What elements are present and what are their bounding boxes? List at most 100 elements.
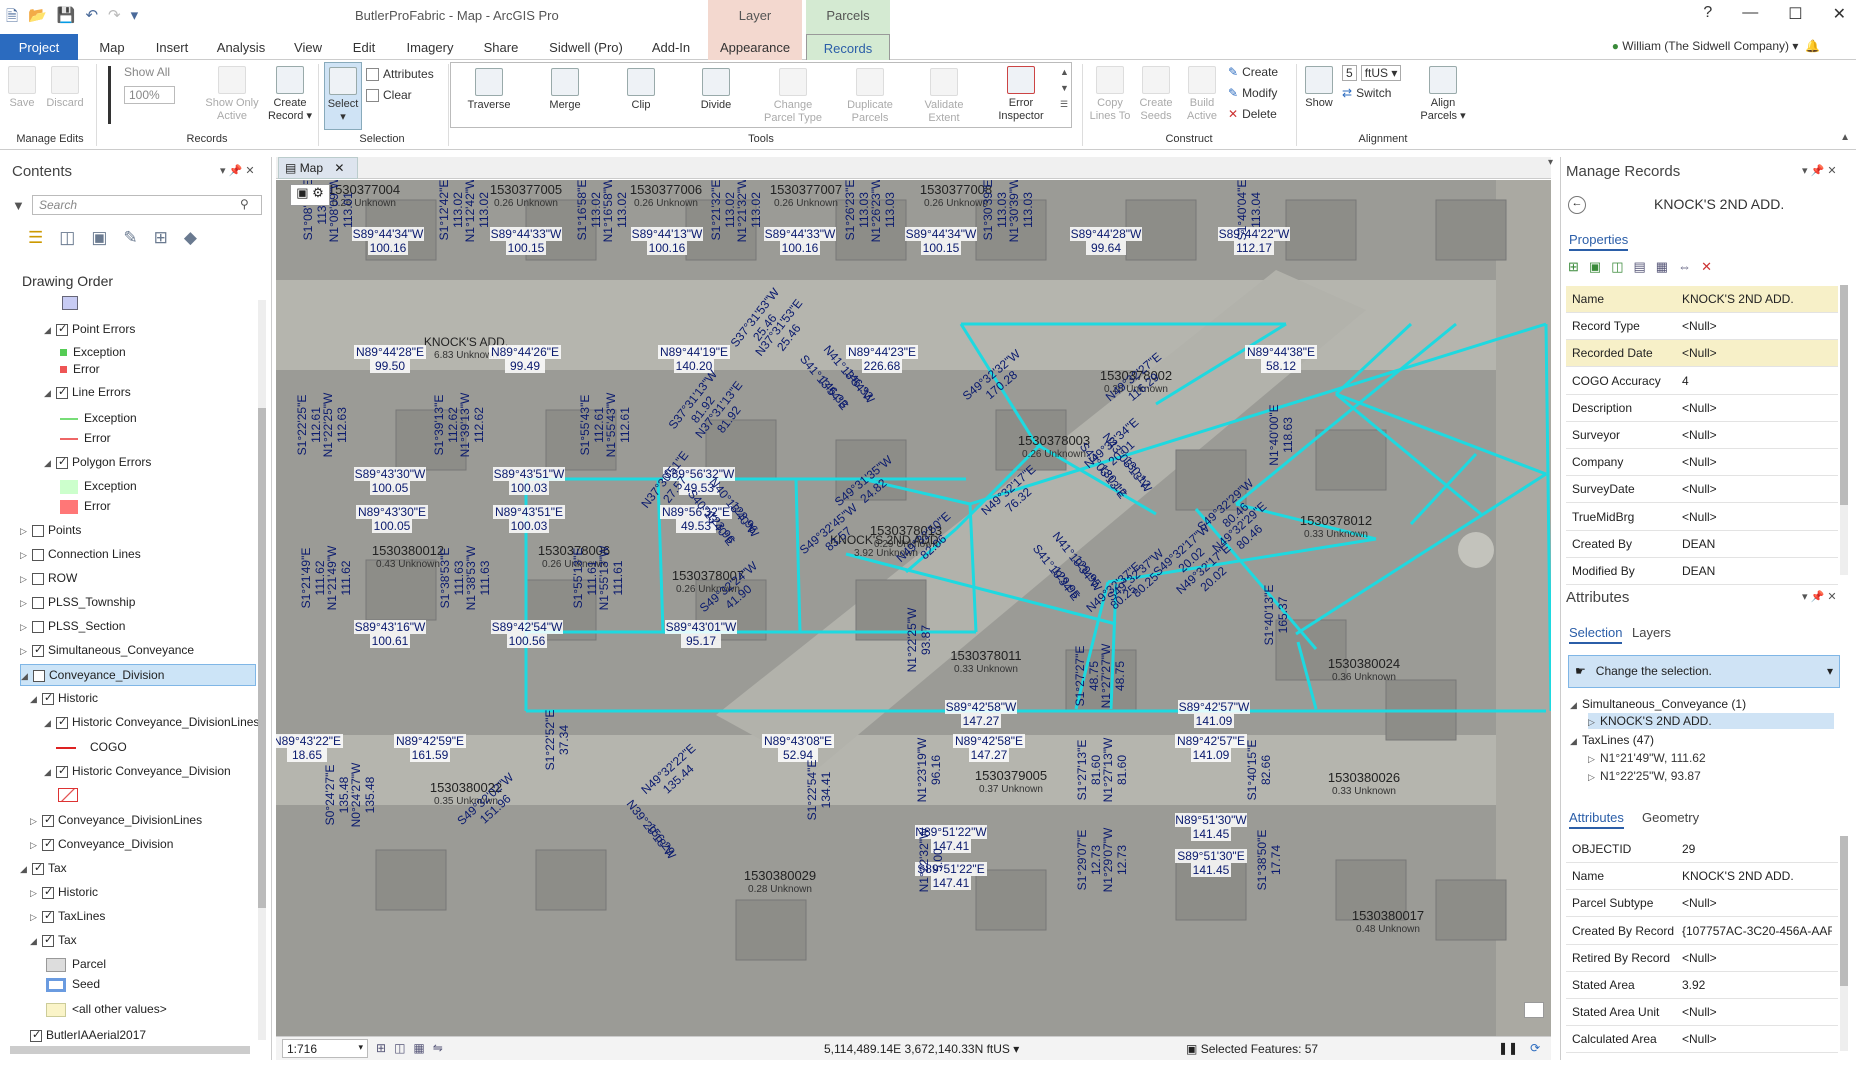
- refresh-icon[interactable]: ⟳: [1530, 1041, 1540, 1055]
- tab-appearance[interactable]: Appearance: [708, 34, 802, 60]
- property-row[interactable]: COGO Accuracy 4: [1566, 368, 1838, 395]
- attribute-value[interactable]: KNOCK'S 2ND ADD.: [1682, 869, 1832, 883]
- zoom-combo[interactable]: 100%: [124, 86, 175, 104]
- modify-button[interactable]: ✎ Modify: [1228, 86, 1277, 100]
- tab-geometry[interactable]: Geometry: [1642, 810, 1699, 825]
- pane-options[interactable]: ▾ 📌 ✕: [1802, 164, 1837, 177]
- map-view-tab[interactable]: ▤ Map ✕: [278, 157, 358, 179]
- tab-attributes[interactable]: Attributes: [1569, 810, 1624, 829]
- records-copy-icon[interactable]: ▦: [1656, 259, 1668, 275]
- layer-points[interactable]: ▷ Points: [20, 523, 81, 537]
- minimize-button[interactable]: —: [1742, 4, 1758, 24]
- merge-button[interactable]: Merge: [540, 68, 590, 112]
- contents-hscrollbar[interactable]: [10, 1046, 250, 1054]
- attribute-value[interactable]: <Null>: [1682, 1032, 1832, 1046]
- property-row[interactable]: Created By DEAN: [1566, 531, 1838, 558]
- selected-features-count[interactable]: ▣ Selected Features: 57: [1186, 1042, 1318, 1056]
- attr-tree-taxlines[interactable]: ◢ TaxLines (47): [1570, 733, 1654, 747]
- attribute-value[interactable]: <Null>: [1682, 951, 1832, 965]
- property-value[interactable]: <Null>: [1682, 319, 1717, 333]
- editing-icon[interactable]: ✎: [123, 228, 137, 248]
- tab-insert[interactable]: Insert: [152, 34, 192, 60]
- attribute-value[interactable]: {107757AC-3C20-456A-AAFE: [1682, 924, 1832, 938]
- new-project-icon[interactable]: 🗎: [6, 6, 18, 31]
- snapping-icon[interactable]: ⊞: [154, 228, 168, 248]
- attribute-row[interactable]: Stated Area Unit <Null>: [1566, 999, 1838, 1027]
- attribute-value[interactable]: <Null>: [1682, 896, 1832, 910]
- help-icon[interactable]: ?: [1703, 4, 1712, 24]
- property-row[interactable]: Record Type <Null>: [1566, 313, 1838, 341]
- attribute-row[interactable]: OBJECTID 29: [1566, 836, 1838, 863]
- layer-line-errors[interactable]: ◢Line Errors: [44, 385, 131, 399]
- property-row[interactable]: SurveyDate <Null>: [1566, 476, 1838, 504]
- property-value[interactable]: <Null>: [1682, 346, 1717, 360]
- layer-historic-conveyance-divisionlines[interactable]: ◢Historic Conveyance_DivisionLines: [44, 715, 259, 729]
- align-parcels-button[interactable]: Align Parcels ▾: [1420, 66, 1466, 123]
- pane-options[interactable]: ▾ 📌 ✕: [1802, 590, 1837, 603]
- create-button[interactable]: ✎ Create: [1228, 65, 1278, 79]
- zoom-extent-icon[interactable]: ⊞: [376, 1041, 386, 1055]
- map-comment-icon[interactable]: [1524, 1002, 1544, 1018]
- gallery-scroll[interactable]: ▲ ▼ ☰: [1060, 64, 1069, 112]
- tab-records[interactable]: Records: [806, 34, 890, 60]
- layer-conveyance-division-selected[interactable]: ◢ Conveyance_Division: [20, 664, 256, 686]
- tab-sidwell[interactable]: Sidwell (Pro): [546, 34, 626, 60]
- grid-icon[interactable]: ▦: [413, 1041, 424, 1055]
- copy-lines-to-button[interactable]: Copy Lines To: [1088, 66, 1132, 123]
- property-value[interactable]: <Null>: [1682, 401, 1717, 415]
- tab-edit[interactable]: Edit: [350, 34, 378, 60]
- property-value[interactable]: <Null>: [1682, 428, 1717, 442]
- change-parcel-type-button[interactable]: Change Parcel Type: [760, 68, 826, 125]
- layer-polygon-errors[interactable]: ◢Polygon Errors: [44, 455, 151, 469]
- contents-scrollbar[interactable]: [258, 300, 266, 1040]
- records-export-icon[interactable]: ⇔: [1678, 259, 1691, 275]
- tab-layers[interactable]: Layers: [1632, 625, 1671, 640]
- attribute-value[interactable]: <Null>: [1682, 1005, 1832, 1019]
- layer-plss-township[interactable]: ▷ PLSS_Township: [20, 595, 135, 609]
- pause-drawing-icon[interactable]: ❚❚: [1498, 1041, 1518, 1055]
- attr-tree-taxline[interactable]: ▷ N1°22'25"W, 93.87: [1588, 769, 1701, 783]
- properties-scrollbar[interactable]: [1840, 285, 1848, 575]
- switch-button[interactable]: ⇄ Switch: [1342, 86, 1391, 100]
- tab-add-in[interactable]: Add-In: [650, 34, 692, 60]
- records-table-icon[interactable]: ▤: [1634, 259, 1646, 275]
- layer-simultaneous-conveyance[interactable]: ▷Simultaneous_Conveyance: [20, 643, 194, 657]
- validate-extent-button[interactable]: Validate Extent: [916, 68, 972, 125]
- attribute-value[interactable]: 29: [1682, 842, 1832, 856]
- snapping-status-icon[interactable]: ◫: [394, 1041, 405, 1055]
- create-record-button[interactable]: Create Record ▾: [266, 66, 314, 123]
- property-value[interactable]: KNOCK'S 2ND ADD.: [1682, 292, 1794, 306]
- map-view[interactable]: 1530377004 0.26 Unknown 1530377005 0.26 Unk…: [276, 180, 1551, 1036]
- layer-tax-group[interactable]: ◢Tax: [20, 861, 67, 875]
- property-row[interactable]: Company <Null>: [1566, 449, 1838, 477]
- select-button[interactable]: Select ▾: [324, 62, 362, 130]
- tab-project[interactable]: Project: [0, 34, 78, 60]
- user-account[interactable]: ● William (The Sidwell Company) ▾ 🔔: [1612, 39, 1820, 53]
- tab-map[interactable]: Map: [94, 34, 130, 60]
- save-edits-button[interactable]: Save: [6, 66, 38, 110]
- add-record-icon[interactable]: ⊞: [1568, 259, 1579, 275]
- tab-imagery[interactable]: Imagery: [404, 34, 456, 60]
- clip-button[interactable]: Clip: [616, 68, 666, 112]
- attr-tree-taxline[interactable]: ▷ N1°21'49"W, 111.62: [1588, 751, 1706, 765]
- show-alignment-button[interactable]: Show: [1300, 66, 1338, 110]
- attr-tree-knocks-2nd[interactable]: ▷ KNOCK'S 2ND ADD.: [1588, 713, 1834, 729]
- flip-icon[interactable]: ⇋: [433, 1041, 443, 1055]
- scale-combo[interactable]: 1:716 ▾: [282, 1039, 368, 1058]
- drawing-order-icon[interactable]: ☰: [28, 228, 43, 248]
- show-only-active-button[interactable]: Show Only Active: [200, 66, 264, 123]
- attribute-row[interactable]: Stated Area 3.92: [1566, 972, 1838, 999]
- property-value[interactable]: <Null>: [1682, 455, 1717, 469]
- maximize-button[interactable]: ☐: [1788, 4, 1802, 24]
- selection-icon[interactable]: ▣: [91, 228, 107, 248]
- property-value[interactable]: <Null>: [1682, 510, 1717, 524]
- layer-connection-lines[interactable]: ▷ Connection Lines: [20, 547, 141, 561]
- layer-conveyance-divisionlines[interactable]: ▷Conveyance_DivisionLines: [30, 813, 202, 827]
- close-button[interactable]: ✕: [1833, 4, 1846, 24]
- save-project-icon[interactable]: 💾: [57, 6, 76, 31]
- layer-historic[interactable]: ◢Historic: [30, 691, 98, 705]
- attribute-row[interactable]: Calculated Area <Null>: [1566, 1026, 1838, 1054]
- property-row[interactable]: Recorded Date <Null>: [1566, 340, 1838, 368]
- contents-search-input[interactable]: Search: [32, 195, 262, 215]
- layer-conveyance-division[interactable]: ▷Conveyance_Division: [30, 837, 173, 851]
